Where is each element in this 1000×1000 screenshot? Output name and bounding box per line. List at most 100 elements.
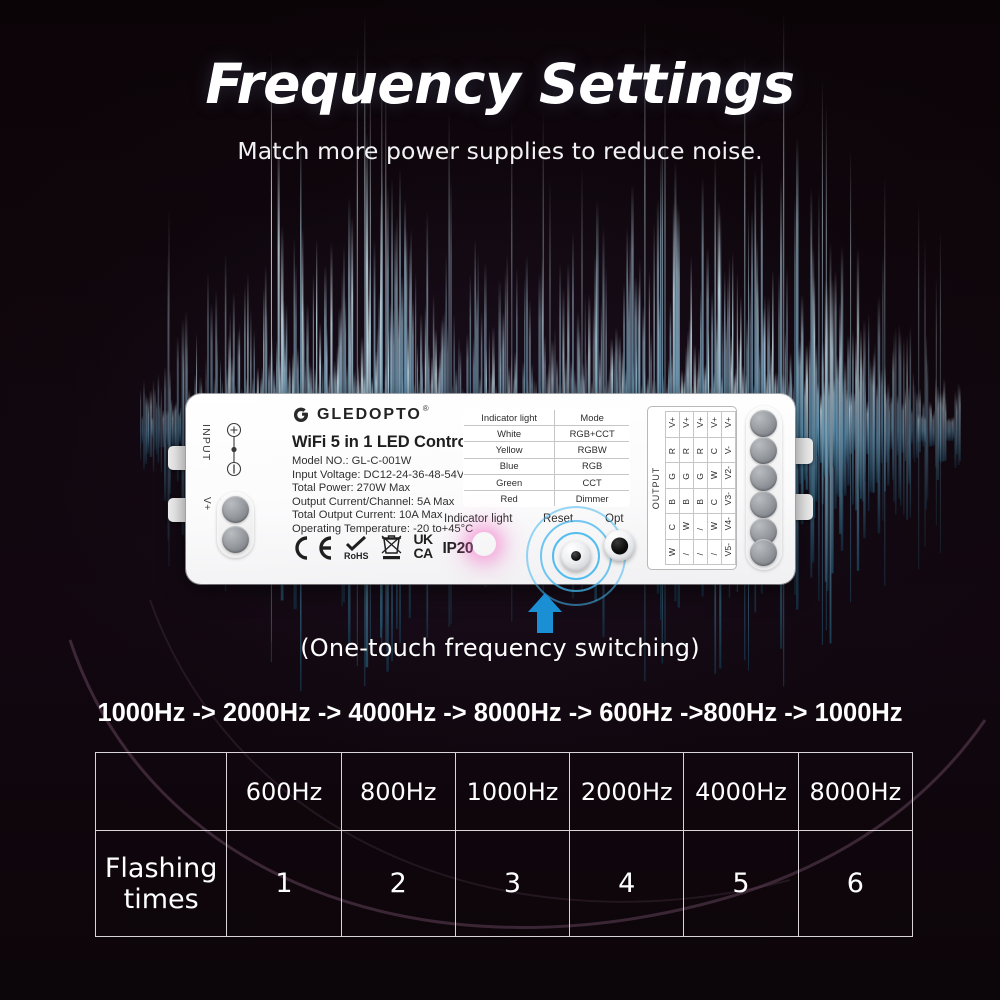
output-pin-cell: C (665, 513, 680, 540)
frequency-header-cell: 800Hz (340, 752, 456, 831)
opt-button[interactable] (604, 530, 635, 561)
output-screw[interactable] (750, 464, 777, 491)
input-terminal-label-positive: V+ (201, 497, 212, 511)
output-pin-cell: V+ (693, 411, 708, 438)
output-matrix-row: R R R C V- (665, 436, 736, 463)
flashing-times-value: 2 (340, 830, 456, 937)
output-pin-matrix: V+ V+ V+ V+ V+ R R R C V- G G G W V2- B B B C V3- C W / W V4- W / /… (665, 411, 736, 565)
page-subtitle: Match more power supplies to reduce nois… (237, 137, 763, 165)
mode-table-row: Green CCT (464, 473, 629, 491)
output-terminal-block[interactable] (746, 406, 782, 570)
mode-value: RGB+CCT (554, 425, 629, 443)
brand-row: GLEDOPTO ® (292, 404, 429, 424)
output-matrix-row: C W / W V4- (665, 513, 736, 540)
output-pin-cell: W (679, 513, 694, 540)
output-pin-cell: R (665, 436, 680, 463)
mode-value: RGBW (554, 441, 629, 459)
page-header: Frequency Settings Match more power supp… (0, 52, 1000, 165)
output-matrix-row: W / / / V5- (665, 538, 736, 565)
flashing-times-value: 4 (569, 830, 685, 937)
output-pin-cell: W (665, 538, 680, 565)
mode-color: Blue (464, 457, 556, 475)
ce-mark-icon (295, 536, 332, 560)
ip-rating-label: IP20 (442, 540, 474, 557)
brand-name: GLEDOPTO (317, 406, 422, 423)
frequency-sequence-text: 1000Hz -> 2000Hz -> 4000Hz -> 8000Hz -> … (97, 699, 903, 727)
mode-value: RGB (554, 457, 629, 475)
output-pin-cell: V+ (665, 411, 680, 438)
ukca-mark-icon: UK CA (413, 532, 434, 561)
frequency-header-cell: 2000Hz (569, 752, 685, 831)
mode-color: Yellow (464, 441, 556, 459)
output-screw[interactable] (750, 437, 777, 464)
output-pin-cell: / (693, 513, 708, 540)
output-pin-cell: G (665, 462, 680, 489)
flashing-times-table: 600Hz 800Hz 1000Hz 2000Hz 4000Hz 8000Hz Flashi… (94, 752, 914, 937)
device-body: INPUT V+ V - GLEDOPTO ® WiFi 5 in 1 LED … (186, 394, 795, 606)
output-pin-cell: W (707, 513, 722, 540)
mode-color: White (464, 425, 556, 443)
mode-table-row: Yellow RGBW (464, 441, 629, 459)
mode-table-row: Blue RGB (464, 457, 629, 475)
output-wiring-table: OUTPUT V+ V+ V+ V+ V+ R R R C V- G G G W V2- B B B C V3- C W /… (647, 406, 737, 570)
output-pin-cell: V4- (721, 513, 736, 540)
frequency-header-cell: 1000Hz (454, 752, 571, 831)
one-touch-caption: (One-touch frequency switching) (300, 634, 700, 662)
output-pin-cell: R (679, 436, 694, 463)
output-matrix-row: V+ V+ V+ V+ V+ (665, 411, 736, 438)
table-row: 600Hz 800Hz 1000Hz 2000Hz 4000Hz 8000Hz (94, 752, 914, 831)
output-pin-cell: / (707, 538, 722, 565)
flashing-times-value: 5 (683, 830, 799, 937)
output-screw[interactable] (750, 491, 777, 518)
frequency-header-cell: 8000Hz (797, 752, 914, 831)
output-pin-cell: G (693, 462, 708, 489)
output-matrix-row: B B B C V3- (665, 487, 736, 514)
indicator-led (472, 532, 496, 556)
output-pin-cell: B (665, 487, 680, 514)
led-controller-device: INPUT V+ V - GLEDOPTO ® WiFi 5 in 1 LED … (168, 394, 813, 606)
output-label: OUTPUT (651, 466, 661, 510)
gledopto-logo-icon (293, 407, 309, 423)
spec-total-power: Total Power: 270W Max (292, 482, 411, 495)
input-screw-vminus[interactable] (222, 526, 249, 553)
output-pin-cell: B (693, 487, 708, 514)
page-title: Frequency Settings (205, 52, 795, 116)
output-pin-cell: C (707, 436, 722, 463)
rohs-label: RoHS (344, 551, 369, 561)
output-pin-cell: V3- (721, 487, 736, 514)
output-pin-cell: / (693, 538, 708, 565)
mode-value: CCT (554, 473, 629, 491)
spec-input-voltage: Input Voltage: DC12-24-36-48-54V (292, 468, 465, 481)
input-label: INPUT (200, 424, 212, 462)
input-screw-vplus[interactable] (222, 496, 249, 523)
input-terminal-block[interactable] (217, 492, 254, 558)
mode-table-row: White RGB+CCT (464, 425, 629, 443)
reset-button[interactable] (561, 541, 591, 571)
flashing-times-value: 3 (454, 830, 571, 937)
output-screw[interactable] (750, 410, 777, 437)
mode-table-header-row: Indicator light Mode (464, 410, 629, 427)
output-matrix-row: G G G W V2- (665, 462, 736, 489)
polarity-symbol-icon (226, 422, 242, 477)
output-pin-cell: G (679, 462, 694, 489)
flashing-times-value: 6 (797, 830, 914, 937)
output-pin-cell: V+ (721, 411, 736, 438)
output-pin-cell: W (707, 462, 722, 489)
row-header-flashing-times: Flashing times (94, 830, 228, 937)
output-screw[interactable] (750, 539, 777, 566)
ukca-line2: CA (413, 545, 434, 561)
registered-mark-icon: ® (422, 404, 429, 413)
output-pin-cell: R (693, 436, 708, 463)
frequency-header-cell: 600Hz (226, 752, 342, 831)
output-pin-cell: V- (721, 436, 736, 463)
spec-output-current-channel: Output Current/Channel: 5A Max (292, 495, 455, 508)
mode-table-header-indicator: Indicator light (464, 410, 556, 427)
mode-color: Green (464, 473, 556, 491)
output-pin-cell: C (707, 487, 722, 514)
rohs-check-icon (346, 536, 367, 551)
table-corner-cell (94, 752, 228, 831)
indicator-mode-table: Indicator light Mode White RGB+CCT Yellow… (463, 409, 630, 508)
output-pin-cell: V5- (721, 538, 736, 565)
mode-table-header-mode: Mode (554, 410, 629, 427)
output-pin-cell: V2- (721, 462, 736, 489)
